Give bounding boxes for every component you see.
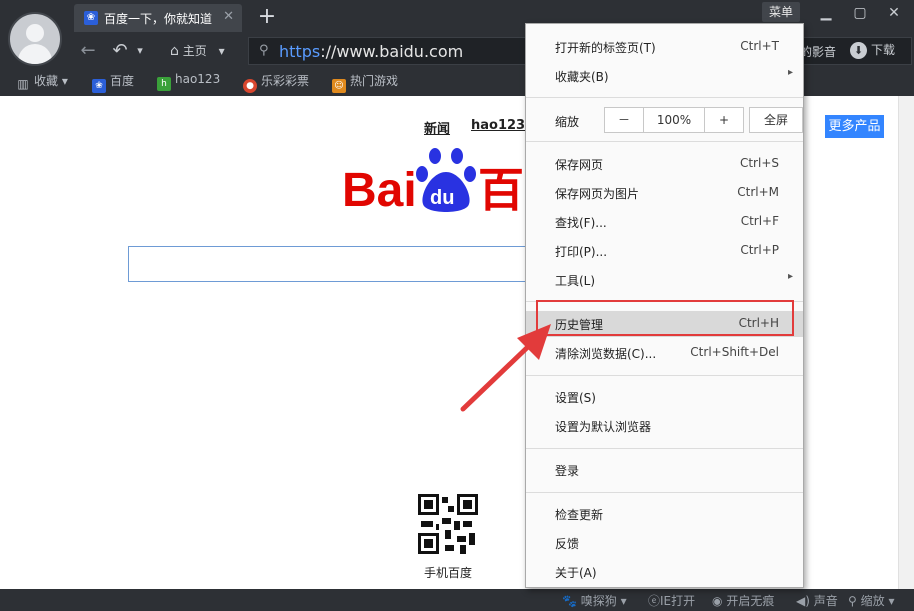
window-close-icon[interactable]: ✕ bbox=[880, 4, 908, 22]
menu-divider bbox=[526, 448, 803, 449]
zoom-level: 100% bbox=[643, 107, 705, 133]
qr-code-icon bbox=[418, 494, 478, 554]
svg-text:du: du bbox=[430, 187, 454, 209]
menu-item-about[interactable]: 关于(A) bbox=[526, 559, 803, 585]
menu-item-new-tab[interactable]: 打开新的标签页(T) Ctrl+T bbox=[526, 34, 803, 60]
menu-item-print[interactable]: 打印(P)... Ctrl+P bbox=[526, 238, 803, 264]
menu-divider bbox=[526, 375, 803, 376]
menu-item-check-update[interactable]: 检查更新 bbox=[526, 501, 803, 527]
minimize-icon[interactable]: ▁ bbox=[812, 4, 840, 22]
baidu-paw-icon: ❀ bbox=[92, 79, 106, 93]
eye-icon: ◉ bbox=[712, 594, 723, 608]
tab-title: 百度一下，你就知道 bbox=[104, 12, 213, 26]
menu-item-feedback[interactable]: 反馈 bbox=[526, 530, 803, 556]
home-icon: ⌂ bbox=[170, 43, 179, 59]
menu-divider bbox=[526, 97, 803, 98]
zoom-in-button[interactable]: + bbox=[704, 107, 744, 133]
download-button[interactable]: ⬇ 下载 bbox=[850, 41, 895, 59]
bookmark-favorites[interactable]: ▥ 收藏 ▾ bbox=[16, 72, 68, 91]
submenu-arrow-icon: ▸ bbox=[787, 271, 793, 282]
magnifier-icon: ⚲ bbox=[848, 594, 857, 608]
scrollbar[interactable] bbox=[898, 96, 914, 589]
svg-text:Bai: Bai bbox=[342, 164, 417, 214]
incognito-button[interactable]: ◉ 开启无痕 bbox=[712, 592, 774, 609]
download-icon: ⬇ bbox=[850, 42, 867, 59]
menu-item-favorites[interactable]: 收藏夹(B) ▸ bbox=[526, 63, 803, 89]
menu-item-tools[interactable]: 工具(L) ▸ bbox=[526, 267, 803, 293]
address-url: https://www.baidu.com bbox=[279, 42, 464, 61]
more-products-button[interactable]: 更多产品 bbox=[825, 115, 884, 138]
hao123-link[interactable]: hao123 bbox=[471, 118, 525, 133]
bookmark-hao123[interactable]: h hao123 bbox=[157, 72, 220, 91]
home-label: 主页 bbox=[182, 44, 207, 58]
hao123-icon: h bbox=[157, 77, 171, 91]
bookshelf-icon: ▥ bbox=[17, 77, 29, 91]
bookmark-baidu[interactable]: ❀ 百度 bbox=[92, 72, 134, 93]
tab-baidu[interactable]: ❀ 百度一下，你就知道 ✕ bbox=[74, 4, 242, 32]
ie-icon: ⓔ bbox=[648, 594, 661, 608]
undo-icon[interactable]: ↶ bbox=[110, 40, 130, 62]
dog-icon: 🐾 bbox=[562, 594, 577, 608]
highlight-box bbox=[536, 300, 794, 336]
speaker-icon: ◀) bbox=[796, 594, 810, 608]
undo-dropdown-icon[interactable]: ▾ bbox=[134, 40, 146, 62]
search-input[interactable] bbox=[128, 246, 528, 282]
menu-item-find[interactable]: 查找(F)... Ctrl+F bbox=[526, 209, 803, 235]
svg-text:百: 百 bbox=[478, 164, 524, 214]
sound-button[interactable]: ◀) 声音 bbox=[796, 592, 838, 609]
menu-item-save-as-image[interactable]: 保存网页为图片 Ctrl+M bbox=[526, 180, 803, 206]
home-dropdown-icon: ▾ bbox=[218, 44, 225, 58]
zoom-out-button[interactable]: － bbox=[604, 107, 644, 133]
baidu-logo: Bai du 百 bbox=[342, 148, 524, 214]
game-icon: ☺ bbox=[332, 79, 346, 93]
menu-item-set-default[interactable]: 设置为默认浏览器 bbox=[526, 413, 803, 439]
ie-open-button[interactable]: ⓔIE打开 bbox=[648, 592, 695, 609]
fullscreen-button[interactable]: 全屏 bbox=[749, 107, 803, 133]
sniffer-button[interactable]: 🐾 嗅探狗 ▾ bbox=[562, 592, 627, 609]
maximize-icon[interactable]: ▢ bbox=[846, 4, 874, 22]
menu-item-clear-data[interactable]: 清除浏览数据(C)... Ctrl+Shift+Del bbox=[526, 340, 803, 366]
bookmark-games[interactable]: ☺ 热门游戏 bbox=[332, 72, 398, 93]
baidu-paw-icon: ❀ bbox=[84, 11, 98, 25]
annotation-arrow bbox=[460, 324, 551, 412]
status-bar: 🐾 嗅探狗 ▾ ⓔIE打开 ◉ 开启无痕 ◀) 声音 ⚲ 缩放 ▾ bbox=[0, 589, 914, 611]
new-tab-button[interactable]: + bbox=[256, 6, 278, 28]
menu-item-save-page[interactable]: 保存网页 Ctrl+S bbox=[526, 151, 803, 177]
tab-close-icon[interactable]: ✕ bbox=[223, 9, 234, 24]
zoom-status-button[interactable]: ⚲ 缩放 ▾ bbox=[848, 592, 895, 609]
search-icon: ⚲ bbox=[259, 43, 269, 58]
submenu-arrow-icon: ▸ bbox=[787, 67, 793, 78]
menu-item-login[interactable]: 登录 bbox=[526, 457, 803, 483]
home-button[interactable]: ⌂ 主页 ▾ bbox=[170, 40, 225, 62]
menu-divider bbox=[526, 141, 803, 142]
back-icon[interactable]: ← bbox=[78, 40, 98, 62]
bookmark-lottery[interactable]: ● 乐彩彩票 bbox=[243, 72, 309, 93]
menu-button[interactable]: 菜单 bbox=[762, 2, 800, 22]
lottery-icon: ● bbox=[243, 79, 257, 93]
video-link[interactable]: 的影音 bbox=[800, 43, 836, 60]
menu-item-settings[interactable]: 设置(S) bbox=[526, 384, 803, 410]
menu-item-zoom: 缩放 － 100% + 全屏 bbox=[526, 103, 803, 137]
user-avatar[interactable] bbox=[8, 12, 62, 66]
news-link[interactable]: 新闻 bbox=[424, 118, 450, 137]
menu-divider bbox=[526, 492, 803, 493]
mobile-baidu-label: 手机百度 bbox=[424, 566, 473, 580]
